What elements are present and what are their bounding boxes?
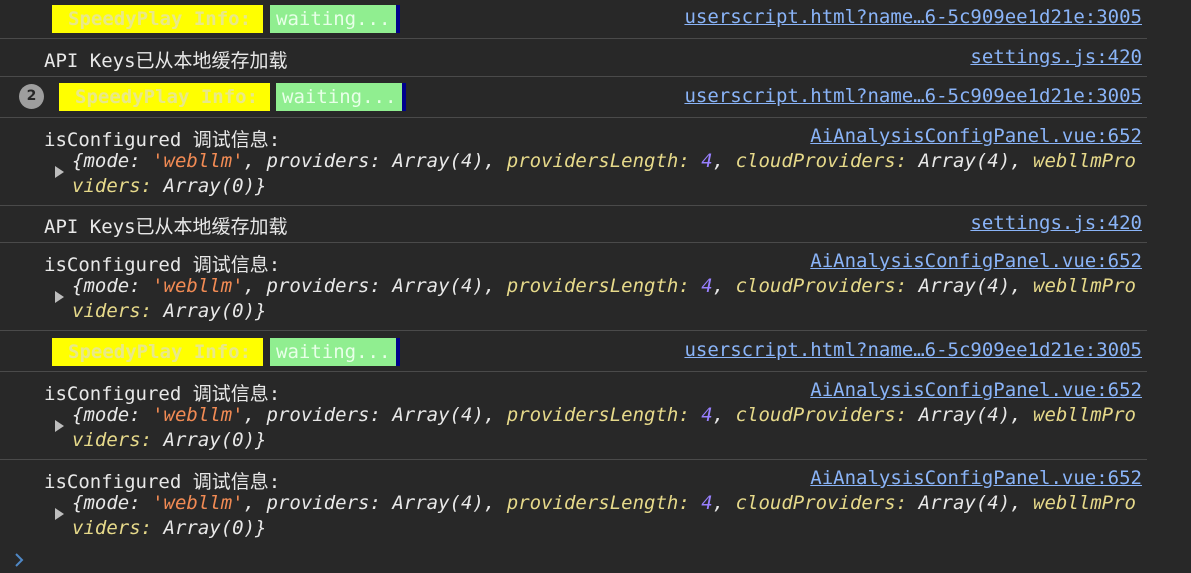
console-row-log: API Keys已从本地缓存加载 settings.js:420 bbox=[0, 39, 1147, 77]
object-preview[interactable]: {mode: 'webllm', providers: Array(4), pr… bbox=[72, 149, 1147, 199]
log-message: isConfigured 调试信息: bbox=[44, 254, 281, 276]
console-row-object: isConfigured 调试信息: AiAnalysisConfigPanel… bbox=[0, 243, 1147, 331]
log-message: isConfigured 调试信息: bbox=[44, 383, 281, 405]
speedyplay-status: waiting... bbox=[270, 5, 401, 33]
object-preview[interactable]: {mode: 'webllm', providers: Array(4), pr… bbox=[72, 491, 1147, 541]
console-row-object: isConfigured 调试信息: AiAnalysisConfigPanel… bbox=[0, 460, 1147, 547]
repeat-count-badge: 2 bbox=[19, 84, 44, 109]
object-preview[interactable]: {mode: 'webllm', providers: Array(4), pr… bbox=[72, 403, 1147, 453]
expand-triangle-icon[interactable] bbox=[55, 508, 64, 520]
console-row-speedyplay: SpeedyPlay Info: waiting... userscript.h… bbox=[0, 0, 1147, 39]
expand-triangle-icon[interactable] bbox=[55, 166, 64, 178]
chevron-right-icon[interactable] bbox=[14, 552, 24, 568]
expand-triangle-icon[interactable] bbox=[55, 420, 64, 432]
console-row-speedyplay: 2 SpeedyPlay Info: waiting... userscript… bbox=[0, 77, 1147, 118]
log-message: API Keys已从本地缓存加载 bbox=[44, 50, 288, 72]
source-link[interactable]: settings.js:420 bbox=[970, 46, 1142, 68]
speedyplay-badge: SpeedyPlay Info: bbox=[59, 83, 271, 111]
console-row-log: API Keys已从本地缓存加载 settings.js:420 bbox=[0, 206, 1147, 243]
source-link[interactable]: AiAnalysisConfigPanel.vue:652 bbox=[810, 250, 1142, 272]
speedyplay-status: waiting... bbox=[270, 338, 401, 366]
speedyplay-status: waiting... bbox=[276, 83, 407, 111]
source-link[interactable]: AiAnalysisConfigPanel.vue:652 bbox=[810, 125, 1142, 147]
source-link[interactable]: settings.js:420 bbox=[970, 212, 1142, 234]
source-link[interactable]: userscript.html?name…6-5c909ee1d21e:3005 bbox=[684, 339, 1142, 361]
object-preview[interactable]: {mode: 'webllm', providers: Array(4), pr… bbox=[72, 274, 1147, 324]
expand-triangle-icon[interactable] bbox=[55, 291, 64, 303]
speedyplay-badge: SpeedyPlay Info: bbox=[52, 5, 264, 33]
source-link[interactable]: userscript.html?name…6-5c909ee1d21e:3005 bbox=[684, 6, 1142, 28]
log-message: isConfigured 调试信息: bbox=[44, 471, 281, 493]
log-message: API Keys已从本地缓存加载 bbox=[44, 216, 288, 238]
source-link[interactable]: AiAnalysisConfigPanel.vue:652 bbox=[810, 379, 1142, 401]
source-link[interactable]: AiAnalysisConfigPanel.vue:652 bbox=[810, 467, 1142, 489]
log-message: isConfigured 调试信息: bbox=[44, 129, 281, 151]
speedyplay-badge: SpeedyPlay Info: bbox=[52, 338, 264, 366]
console-row-object: isConfigured 调试信息: AiAnalysisConfigPanel… bbox=[0, 372, 1147, 460]
console-row-speedyplay: SpeedyPlay Info: waiting... userscript.h… bbox=[0, 331, 1147, 372]
console-row-object: isConfigured 调试信息: AiAnalysisConfigPanel… bbox=[0, 118, 1147, 206]
source-link[interactable]: userscript.html?name…6-5c909ee1d21e:3005 bbox=[684, 85, 1142, 107]
